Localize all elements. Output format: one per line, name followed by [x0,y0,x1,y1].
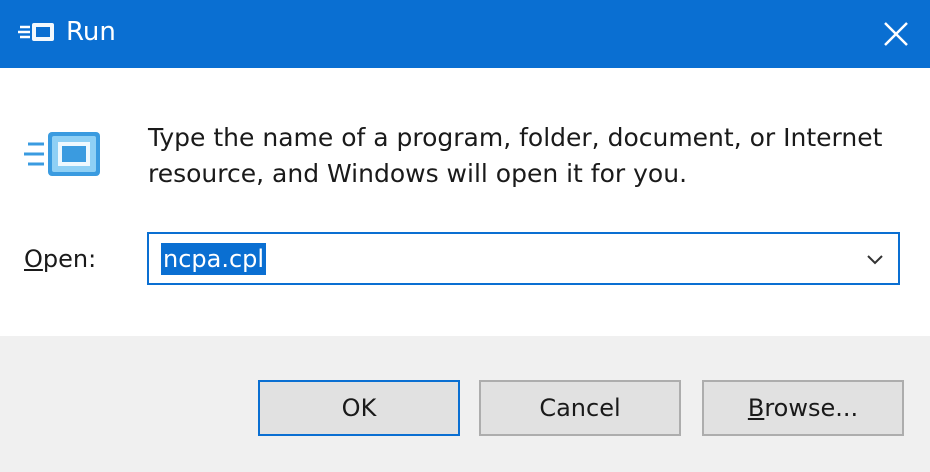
open-input[interactable] [161,240,841,278]
ok-button[interactable]: OK [258,380,460,436]
window-title: Run [66,17,116,47]
run-icon [18,20,56,46]
dialog-footer: OK Cancel Browse... [0,336,930,472]
dialog-body: Type the name of a program, folder, docu… [0,68,930,336]
browse-button[interactable]: Browse... [702,380,904,436]
open-combobox[interactable]: ncpa.cpl [147,232,900,285]
dialog-description: Type the name of a program, folder, docu… [148,123,883,188]
open-label: Open: [24,243,96,275]
browse-label: rowse... [764,394,859,422]
open-label-text: pen: [42,245,97,273]
browse-accesskey: B [747,394,765,422]
run-program-icon [22,128,104,184]
open-label-accesskey: O [24,245,43,273]
close-button[interactable] [862,0,930,68]
chevron-down-icon[interactable] [866,252,884,266]
cancel-button[interactable]: Cancel [479,380,681,436]
close-icon [884,22,908,46]
title-bar[interactable]: Run [0,0,930,68]
